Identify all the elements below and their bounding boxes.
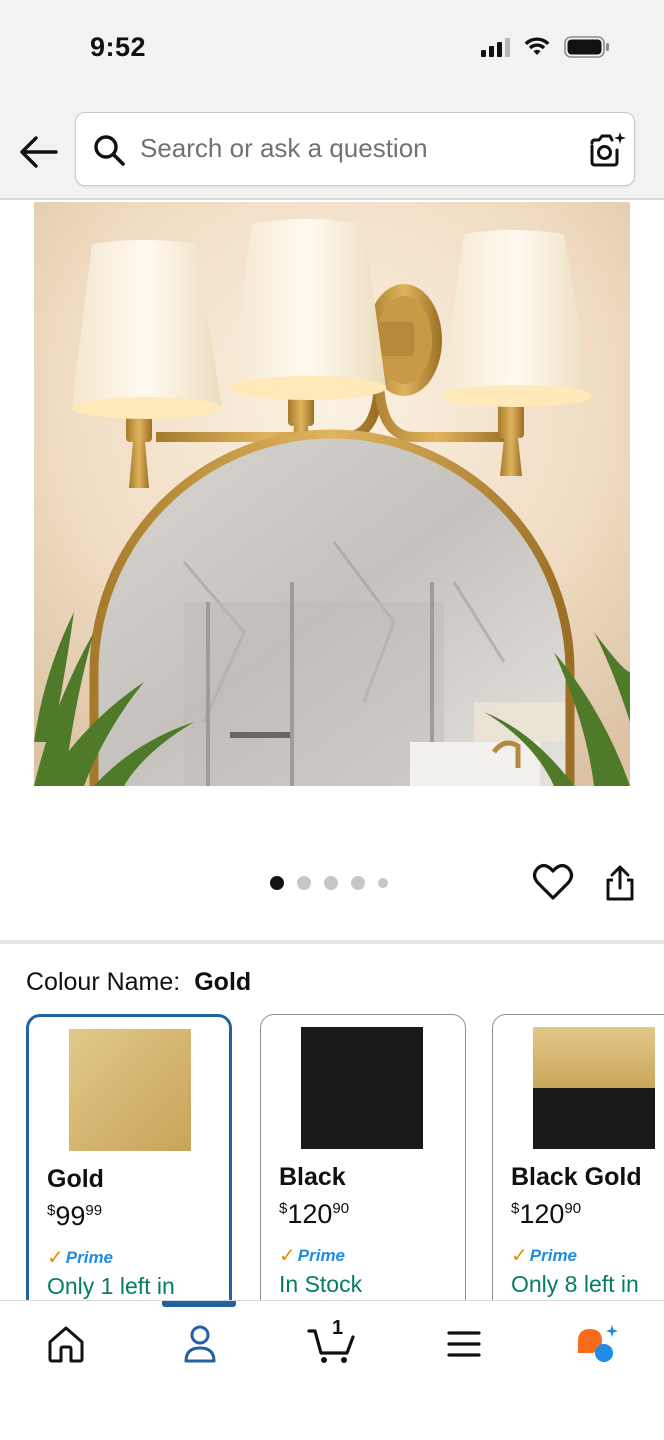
colour-name-label: Colour Name: Gold [26, 968, 251, 997]
wishlist-button[interactable] [532, 862, 574, 902]
battery-icon [564, 36, 609, 58]
product-detail-screen: 9:52 Search or ask a question Colour Nam… [0, 0, 664, 1440]
availability-text: Only 1 left in [47, 1273, 175, 1299]
camera-lens-icon[interactable] [586, 130, 626, 170]
prime-check-icon: ✓ [279, 1245, 296, 1267]
menu-icon [447, 1331, 481, 1357]
availability-text: Only 8 left in [511, 1271, 639, 1297]
cellular-signal-icon [481, 37, 510, 57]
share-icon [606, 865, 634, 901]
status-bar: 9:52 [0, 0, 664, 100]
swatch-name: Gold [47, 1165, 104, 1193]
swatch-name: Black Gold [511, 1163, 642, 1191]
search-placeholder: Search or ask a question [140, 133, 428, 163]
prime-badge: ✓ Prime [47, 1247, 114, 1269]
swatch-image [533, 1027, 655, 1149]
back-arrow-icon [20, 136, 58, 168]
search-icon [94, 135, 125, 166]
swatch-image [69, 1029, 191, 1151]
carousel-dot[interactable] [351, 876, 365, 890]
prime-badge: ✓ Prime [279, 1245, 346, 1267]
swatch-card-black[interactable]: Black $12090 ✓ Prime In Stock [260, 1014, 466, 1314]
availability-text: In Stock [279, 1271, 363, 1297]
carousel-dot[interactable] [270, 876, 284, 890]
bottom-navigation: 1 [0, 1300, 664, 1440]
search-header: Search or ask a question [0, 100, 664, 200]
swatch-price: $12090 [279, 1199, 350, 1229]
swatch-image [301, 1027, 423, 1149]
section-divider [0, 940, 664, 944]
swatch-price: $9999 [47, 1201, 103, 1231]
prime-check-icon: ✓ [47, 1247, 64, 1269]
carousel-dot[interactable] [297, 876, 311, 890]
carousel-dot[interactable] [378, 878, 388, 888]
nav-menu[interactable] [434, 1319, 494, 1369]
swatch-price: $12090 [511, 1199, 582, 1229]
account-icon [184, 1325, 216, 1363]
status-icons [481, 36, 610, 58]
share-button[interactable] [602, 864, 638, 902]
nav-rufus-assistant[interactable] [566, 1319, 626, 1369]
cart-count-badge: 1 [332, 1317, 344, 1339]
status-time: 9:52 [90, 32, 147, 62]
active-tab-indicator [162, 1301, 236, 1307]
back-button[interactable] [14, 130, 62, 174]
colour-label-text: Colour Name: [26, 968, 181, 996]
heart-icon [532, 864, 574, 900]
image-carousel-indicator[interactable] [270, 876, 388, 890]
prime-badge: ✓ Prime [511, 1245, 578, 1267]
selected-colour-value: Gold [194, 968, 252, 996]
nav-home[interactable] [36, 1319, 96, 1369]
search-input[interactable]: Search or ask a question [75, 112, 635, 186]
swatch-name: Black [279, 1163, 346, 1191]
wifi-icon [524, 37, 550, 55]
nav-account[interactable] [170, 1319, 230, 1369]
rufus-assistant-icon [578, 1325, 618, 1362]
swatch-card-black-gold[interactable]: Black Gold $12090 ✓ Prime Only 8 left in [492, 1014, 664, 1314]
home-icon [48, 1326, 84, 1363]
swatch-card-gold[interactable]: Gold $9999 ✓ Prime Only 1 left in [26, 1014, 232, 1314]
prime-check-icon: ✓ [511, 1245, 528, 1267]
nav-cart[interactable]: 1 [302, 1317, 362, 1369]
carousel-dot[interactable] [324, 876, 338, 890]
product-image[interactable] [34, 202, 630, 786]
vanity-light-photo [34, 202, 630, 786]
